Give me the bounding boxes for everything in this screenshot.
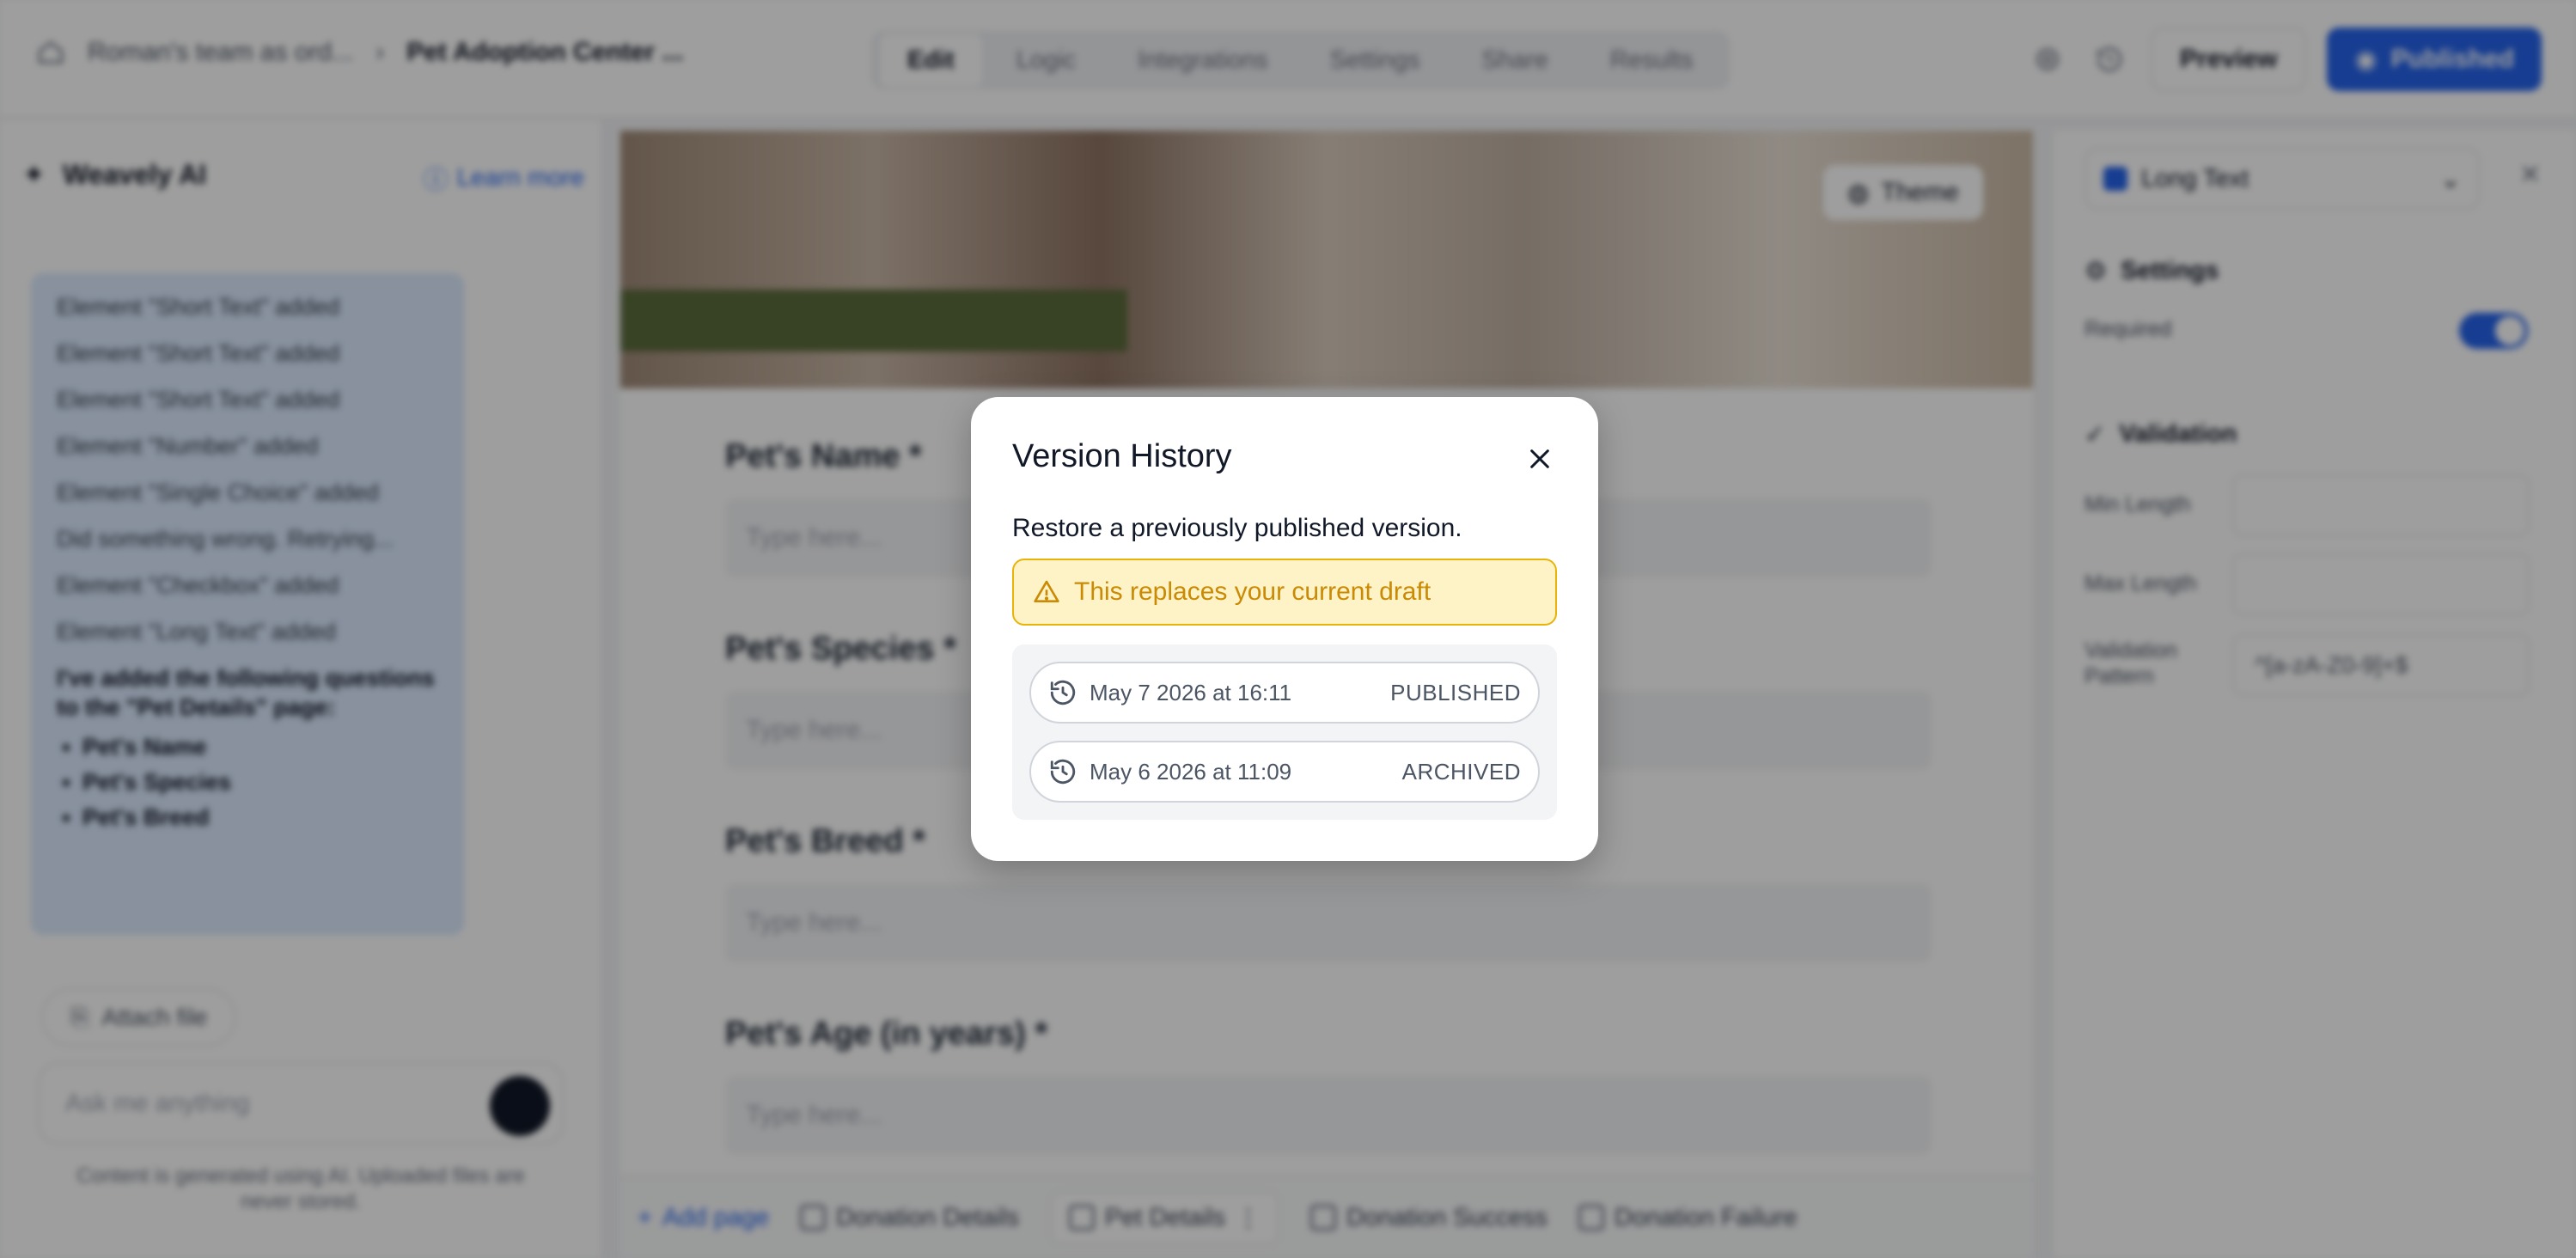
history-icon (1048, 757, 1077, 786)
history-icon (1048, 678, 1077, 707)
version-status: ARCHIVED (1401, 758, 1521, 785)
dialog-description: Restore a previously published version. (1012, 514, 1462, 542)
close-icon (1530, 449, 1549, 468)
version-date: May 6 2026 at 11:09 (1090, 758, 1292, 785)
version-status: PUBLISHED (1390, 679, 1521, 705)
version-date: May 7 2026 at 16:11 (1090, 679, 1292, 705)
warning-banner: This replaces your current draft (1012, 559, 1557, 626)
version-list: May 7 2026 at 16:11 PUBLISHED May 6 2026… (1012, 644, 1557, 820)
dialog-title: Version History (1012, 438, 1232, 474)
close-button[interactable] (1523, 442, 1557, 476)
version-history-dialog: Version History Restore a previously pub… (971, 397, 1598, 861)
version-item-published[interactable]: May 7 2026 at 16:11 PUBLISHED (1029, 662, 1540, 724)
version-item-archived[interactable]: May 6 2026 at 11:09 ARCHIVED (1029, 741, 1540, 803)
warning-text: This replaces your current draft (1074, 577, 1431, 606)
warning-icon (1034, 580, 1059, 602)
